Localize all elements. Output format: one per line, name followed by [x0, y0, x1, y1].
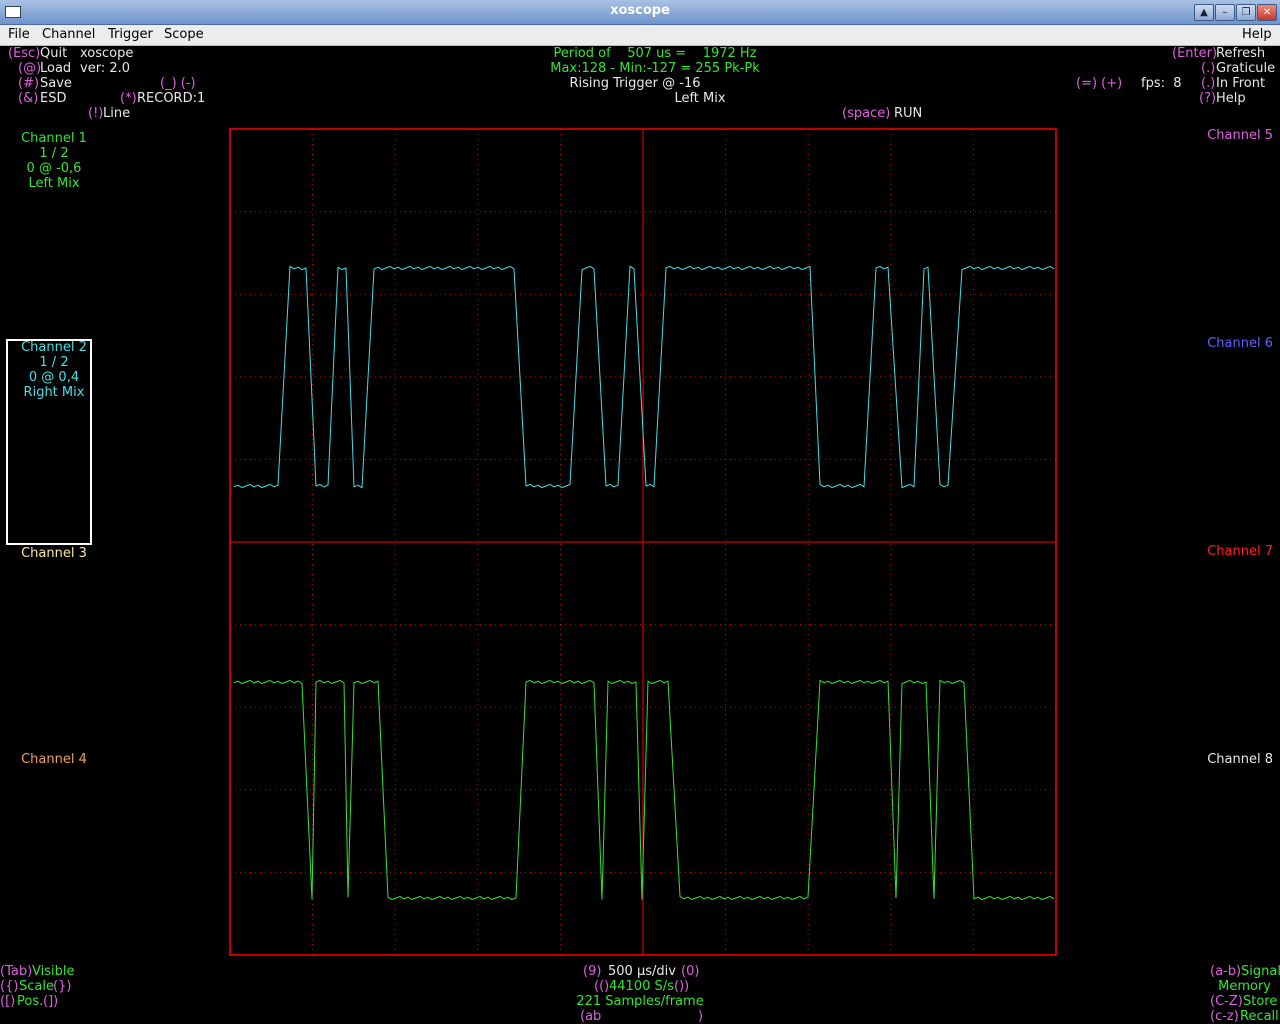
channel-1-scale: 1 / 2 — [39, 146, 69, 161]
scale-up-key[interactable]: (}) — [53, 979, 71, 994]
channel-2-source: Right Mix — [23, 385, 85, 400]
maximize-button[interactable]: ❐ — [1236, 4, 1256, 21]
refresh-key[interactable]: (Enter) — [1172, 46, 1217, 61]
record-key[interactable]: (*) — [120, 91, 137, 106]
channel-2-name[interactable]: Channel 2 — [4, 340, 104, 355]
rate-up-key[interactable]: ()) — [674, 979, 689, 994]
esd-label[interactable]: ESD — [40, 91, 66, 106]
timebase-readout: 500 µs/div — [608, 964, 676, 979]
recall-label[interactable]: Recall — [1240, 1009, 1279, 1024]
graticule-label[interactable]: Graticule — [1216, 61, 1275, 76]
title-bar: xoscope ▲ – ❐ ✕ — [0, 0, 1280, 25]
raise-button[interactable]: ▲ — [1194, 4, 1214, 21]
refresh-label[interactable]: Refresh — [1216, 46, 1265, 61]
pos-down-key[interactable]: ([) — [0, 994, 15, 1009]
visible-label[interactable]: Visible — [32, 964, 74, 979]
quit-key[interactable]: (Esc) — [8, 46, 40, 61]
samples-per-frame: 221 Samples/frame — [576, 994, 704, 1009]
minmax-readout: Max:128 - Min:-127 = 255 Pk-Pk — [550, 61, 760, 76]
menu-trigger[interactable]: Trigger — [108, 27, 153, 42]
line-key[interactable]: (!) — [88, 106, 103, 121]
rate-down-key[interactable]: (() — [594, 979, 609, 994]
menu-channel[interactable]: Channel — [42, 27, 95, 42]
signal-label[interactable]: Signal — [1241, 964, 1280, 979]
menu-help[interactable]: Help — [1242, 27, 1272, 42]
scale-down-key[interactable]: ({) — [0, 979, 18, 994]
channel-7-name[interactable]: Channel 7 — [1170, 544, 1273, 559]
trigger-source: Left Mix — [674, 91, 726, 106]
channel-2-scale: 1 / 2 — [39, 355, 69, 370]
version-label: ver: 2.0 — [80, 61, 130, 76]
channel-6-name[interactable]: Channel 6 — [1170, 336, 1273, 351]
minimize-button[interactable]: – — [1215, 4, 1235, 21]
close-button[interactable]: ✕ — [1257, 4, 1277, 21]
timebase-down-key[interactable]: (9) — [583, 964, 601, 979]
window-title: xoscope — [610, 3, 670, 18]
memory-label: Memory — [1218, 979, 1271, 994]
store-key[interactable]: (C-Z) — [1210, 994, 1243, 1009]
scope-display — [229, 128, 1057, 956]
save-key[interactable]: (#) — [18, 76, 39, 91]
load-key[interactable]: (@) — [18, 61, 41, 76]
menu-bar: File Channel Trigger Scope Help — [0, 25, 1280, 46]
app-name: xoscope — [80, 46, 134, 61]
sample-rate-readout: 44100 S/s — [609, 979, 674, 994]
signal-key[interactable]: (a-b) — [1210, 964, 1241, 979]
timebase-up-key[interactable]: (0) — [681, 964, 699, 979]
record-label[interactable]: RECORD:1 — [137, 91, 205, 106]
fps-keys[interactable]: (=) (+) — [1076, 76, 1122, 91]
channel-4-name[interactable]: Channel 4 — [4, 752, 104, 767]
fps-label: fps: 8 — [1141, 76, 1182, 91]
channel-3-name[interactable]: Channel 3 — [4, 546, 104, 561]
run-key[interactable]: (space) — [842, 106, 890, 121]
period-readout: Period of 507 us = 1972 Hz — [553, 46, 757, 61]
scale-keys[interactable]: (_) (-) — [160, 76, 196, 91]
pos-up-key[interactable]: (]) — [43, 994, 58, 1009]
channel-1-source: Left Mix — [28, 176, 80, 191]
in-front-label[interactable]: In Front — [1216, 76, 1265, 91]
channel-5-name[interactable]: Channel 5 — [1170, 128, 1273, 143]
line-label[interactable]: Line — [103, 106, 130, 121]
graticule-key[interactable]: (.) — [1201, 61, 1215, 76]
signal-open-key[interactable]: (ab — [580, 1009, 601, 1024]
menu-scope[interactable]: Scope — [164, 27, 204, 42]
channel-1-name[interactable]: Channel 1 — [4, 131, 104, 146]
recall-key[interactable]: (c-z) — [1210, 1009, 1239, 1024]
channel-1-position: 0 @ -0,6 — [26, 161, 82, 176]
trigger-readout: Rising Trigger @ -16 — [569, 76, 701, 91]
menu-file[interactable]: File — [8, 27, 30, 42]
channel-8-name[interactable]: Channel 8 — [1170, 752, 1273, 767]
run-label[interactable]: RUN — [894, 106, 922, 121]
esd-key[interactable]: (&) — [18, 91, 38, 106]
channel-2-position: 0 @ 0,4 — [28, 370, 80, 385]
help-label[interactable]: Help — [1216, 91, 1246, 106]
pos-label[interactable]: Pos. — [17, 994, 43, 1009]
signal-close-key[interactable]: ) — [698, 1009, 703, 1024]
help-key[interactable]: (?) — [1199, 91, 1216, 106]
in-front-key[interactable]: (.) — [1201, 76, 1215, 91]
visible-key[interactable]: (Tab) — [0, 964, 32, 979]
store-label[interactable]: Store — [1243, 994, 1277, 1009]
save-label[interactable]: Save — [40, 76, 72, 91]
load-label[interactable]: Load — [40, 61, 71, 76]
quit-label[interactable]: Quit — [40, 46, 67, 61]
scope-screen: (Esc) Quit xoscope (@) Load ver: 2.0 (#)… — [0, 46, 1280, 1024]
scale-label[interactable]: Scale — [19, 979, 54, 994]
